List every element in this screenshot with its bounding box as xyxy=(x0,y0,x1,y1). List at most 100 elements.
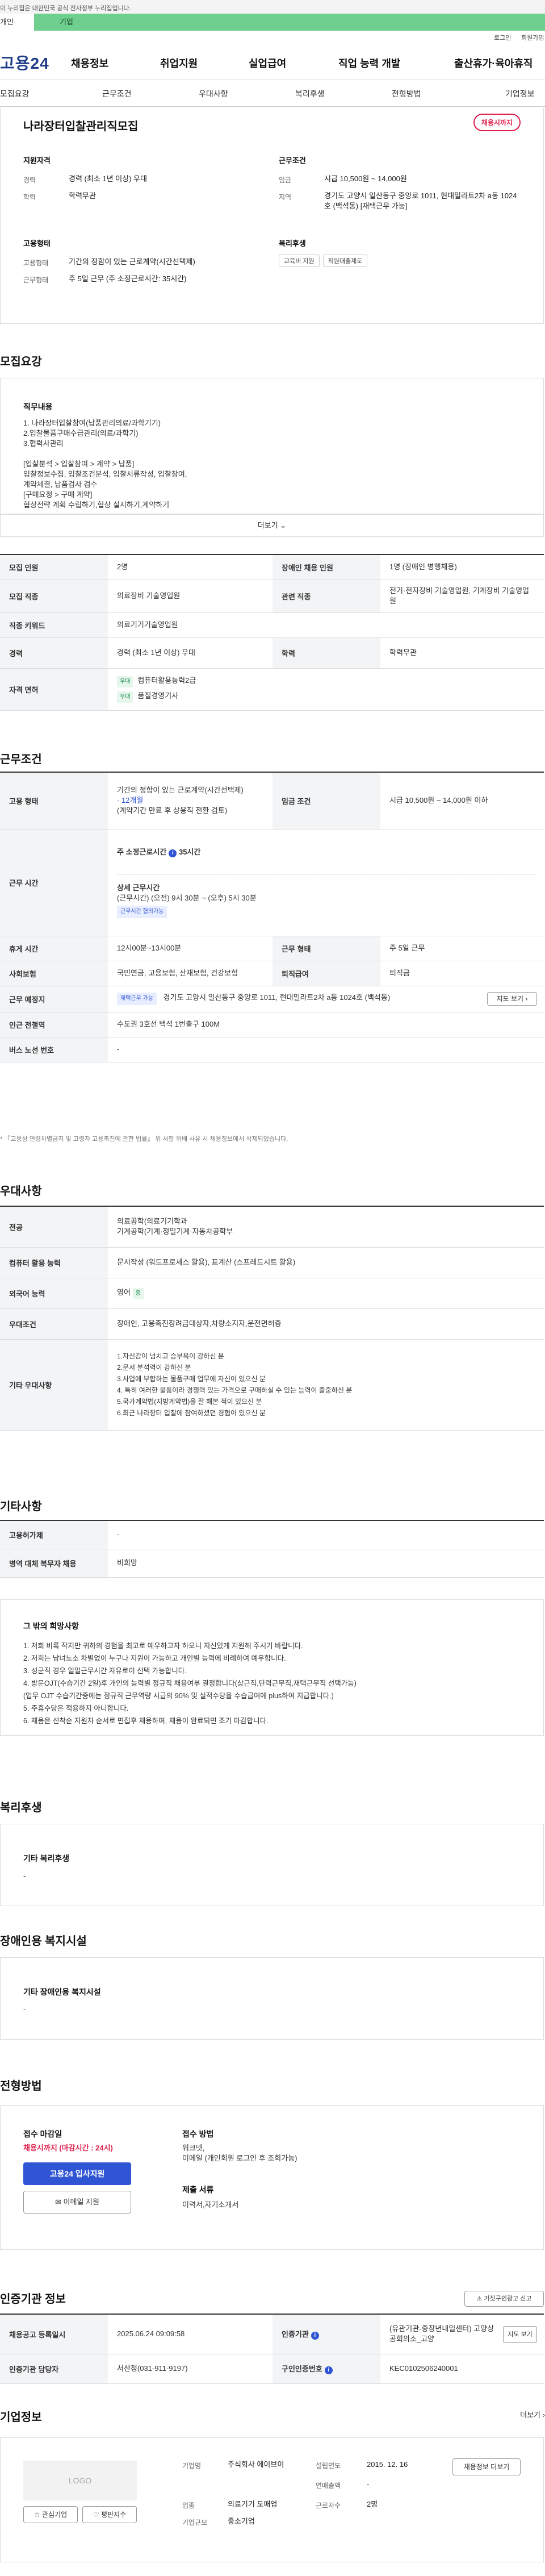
subnav-company[interactable]: 기업정보 xyxy=(505,88,535,99)
id-label-text: 구인인증번호 xyxy=(282,2365,322,2373)
org-label-text: 인증기관 xyxy=(282,2330,309,2339)
hours-week-label: 주 소정근로시간 xyxy=(117,847,167,856)
company-name-value: 주식회사 에이브이 xyxy=(228,2460,284,2469)
login-link[interactable]: 로그인 xyxy=(494,33,511,42)
gnb-jobs[interactable]: 채용정보 xyxy=(71,56,108,70)
subnav-process[interactable]: 전형방법 xyxy=(392,88,421,99)
reputation-button[interactable]: ♡ 평판지수 xyxy=(82,2506,137,2523)
info-icon[interactable]: i xyxy=(311,2332,319,2340)
company-box: LOGO ☆ 관심기업 ♡ 평판지수 기업명 주식회사 에이브이 업종 의료기기… xyxy=(0,2437,544,2562)
welfare-tag: 직원대출제도 xyxy=(322,255,368,267)
company-jobs-button[interactable]: 채용정보 더보기 xyxy=(452,2458,521,2475)
interest-company-label: 관심기업 xyxy=(41,2511,68,2519)
bus-label: 버스 노선 번호 xyxy=(0,1037,108,1062)
license-name: 품질경영기사 xyxy=(137,691,179,700)
subnav-welfare[interactable]: 복리후생 xyxy=(295,88,325,99)
company-name-label: 기업명 xyxy=(182,2462,202,2470)
gnb-skills[interactable]: 직업 능력 개발 xyxy=(338,56,400,70)
docs-title: 제출 서류 xyxy=(182,2185,214,2194)
id-label: 구인인증번호 i xyxy=(272,2354,380,2384)
interest-company-button[interactable]: ☆ 관심기업 xyxy=(23,2506,78,2523)
ret-value: 퇴직금 xyxy=(380,961,544,986)
join-link[interactable]: 회원가입 xyxy=(521,33,544,42)
sales-value: - xyxy=(367,2480,370,2489)
career-value: 경력 (최소 1년 이상) 우대 xyxy=(69,174,147,183)
bus-value: - xyxy=(108,1037,544,1062)
edu-row-value: 학력무관 xyxy=(380,637,544,669)
subway-label: 인근 전철역 xyxy=(0,1012,108,1037)
org-name: (유관기관-중장년내일센터) 고양상공회의소_고양 xyxy=(389,2324,494,2344)
industry-value: 의료기기 도매업 xyxy=(228,2500,278,2508)
place-value: 재택근무 가능 경기도 고양시 일산동구 중앙로 1011, 현대밀라트2차 a… xyxy=(108,986,544,1012)
hours-badge: 근무시간 협의가능 xyxy=(117,905,167,918)
region-value: 경기도 고양시 일산동구 중앙로 1011, 현대밀라트2차 a동 1024호 … xyxy=(324,191,517,210)
type-label: 근무 형태 xyxy=(272,936,380,961)
section-title-work: 근무조건 xyxy=(0,753,42,766)
map-button-label: 지도 보기 xyxy=(496,994,524,1003)
global-header: 고용24 채용정보 취업지원 실업급여 직업 능력 개발 출산휴가·육아휴직 xyxy=(0,44,545,80)
company-more-link[interactable]: 더보기 › xyxy=(520,2409,545,2420)
tab-personal[interactable]: 개인 xyxy=(0,14,34,31)
size-value: 중소기업 xyxy=(228,2517,255,2525)
edu-value: 학력무관 xyxy=(69,191,96,200)
table-row: 자격 면허 우대 컴퓨터활용능력2급 우대 품질경영기사 xyxy=(0,668,544,711)
contact-value: 서산청(031-911-9197) xyxy=(108,2354,272,2384)
tab-corporate[interactable]: 기업 xyxy=(34,14,545,31)
report-fake-ad-button[interactable]: ⚠ 거짓구인광고 신고 xyxy=(464,2291,544,2307)
place-address: 경기도 고양시 일산동구 중앙로 1011, 현대밀라트2차 a동 1024호 … xyxy=(163,993,391,1002)
job-value: 의료장비 기술영업원 xyxy=(108,580,272,613)
table-row: 모집 인원 2명 장애인 채용 인원 1명 (장애인 병행채용) xyxy=(0,555,544,580)
mobile-value: - xyxy=(108,1520,544,1549)
wage-row-value: 시급 10,500원 ~ 14,000원 이하 xyxy=(380,772,544,830)
wage-value: 시급 10,500원 ~ 14,000원 xyxy=(324,174,407,183)
work-type-value: 주 5일 근무 (주 소정근로시간: 35시간) xyxy=(69,274,187,283)
company-logo: LOGO xyxy=(23,2461,137,2500)
welfare-tags: 교육비 지원 직원대출제도 xyxy=(279,255,371,267)
utility-links: 로그인 회원가입 xyxy=(0,31,545,44)
section-title-preference: 우대사항 xyxy=(0,1185,42,1198)
org-map-button[interactable]: 지도 보기 xyxy=(503,2326,537,2343)
email-apply-button[interactable]: ✉ 이메일 지원 xyxy=(23,2191,131,2214)
section-title-agency: 인증기관 정보 xyxy=(0,2293,66,2306)
duty-more-button[interactable]: 더보기 ⌄ xyxy=(0,514,544,537)
emp-type-label: 고용형태 xyxy=(23,259,49,267)
info-icon[interactable]: i xyxy=(169,849,177,857)
major-label: 전공 xyxy=(0,1206,108,1248)
lang-value: 영어 중 xyxy=(108,1278,544,1309)
table-row: 직종 키워드 의료기기기술영업원 xyxy=(0,612,544,638)
org-value: (유관기관-중장년내일센터) 고양상공회의소_고양 지도 보기 xyxy=(380,2314,544,2354)
career-row-value: 경력 (최소 1년 이상) 우대 xyxy=(108,637,272,669)
method-value: 워크넷, 이메일 (개인회원 로그인 후 조회가능) xyxy=(182,2144,297,2162)
license-list: 우대 컴퓨터활용능력2급 우대 품질경영기사 xyxy=(108,668,544,711)
chevron-right-icon: › xyxy=(542,2411,545,2419)
target-label: 우대조건 xyxy=(0,1308,108,1340)
lang-level-badge: 중 xyxy=(132,1287,144,1299)
gnb-unemployment-benefit[interactable]: 실업급여 xyxy=(249,56,286,70)
emp-line1: 기간의 정함이 있는 근로계약(시간선택제) xyxy=(117,786,244,795)
industry-label: 업종 xyxy=(182,2502,195,2510)
hours-detail: (근무시간) (오전) 9시 30분 ~ (오후) 5시 30분 xyxy=(117,893,257,902)
subnav-preference[interactable]: 우대사항 xyxy=(199,88,228,99)
subnav-recruit[interactable]: 모집요강 xyxy=(0,88,30,99)
section-title-apply: 전형방법 xyxy=(0,2080,42,2093)
apply-button[interactable]: 고용24 입사지원 xyxy=(23,2162,131,2185)
section-title-disability: 장애인용 복지시설 xyxy=(0,1935,87,1948)
etc-pref-label: 기타 우대사항 xyxy=(0,1339,108,1431)
lang-name: 영어 xyxy=(117,1287,131,1297)
edu-row-label: 학력 xyxy=(272,637,380,669)
recruit-title: 나라장터입찰관리직모집 xyxy=(23,120,139,133)
site-logo[interactable]: 고용24 xyxy=(0,51,49,74)
other-wish-title: 그 밖의 희망사항 xyxy=(23,1622,79,1631)
map-button[interactable]: 지도 보기 › xyxy=(487,991,537,1006)
alert-icon: ⚠ xyxy=(476,2295,483,2302)
recruit-summary-card: 나라장터입찰관리직모집 채용시까지 지원자격 경력 경력 (최소 1년 이상) … xyxy=(0,108,544,324)
kw-label: 직종 키워드 xyxy=(0,612,108,638)
subnav-work[interactable]: 근무조건 xyxy=(102,88,132,99)
ins-value: 국민연금, 고용보험, 산재보험, 건강보험 xyxy=(108,961,272,986)
gnb-maternity-leave[interactable]: 출산휴가·육아휴직 xyxy=(454,56,533,70)
license-badge: 우대 xyxy=(117,691,133,703)
gnb-employment-support[interactable]: 취업지원 xyxy=(160,56,198,70)
rel-label: 관련 직종 xyxy=(272,580,380,613)
deadline-title: 접수 마감일 xyxy=(23,2129,62,2139)
info-icon[interactable]: i xyxy=(324,2366,333,2374)
